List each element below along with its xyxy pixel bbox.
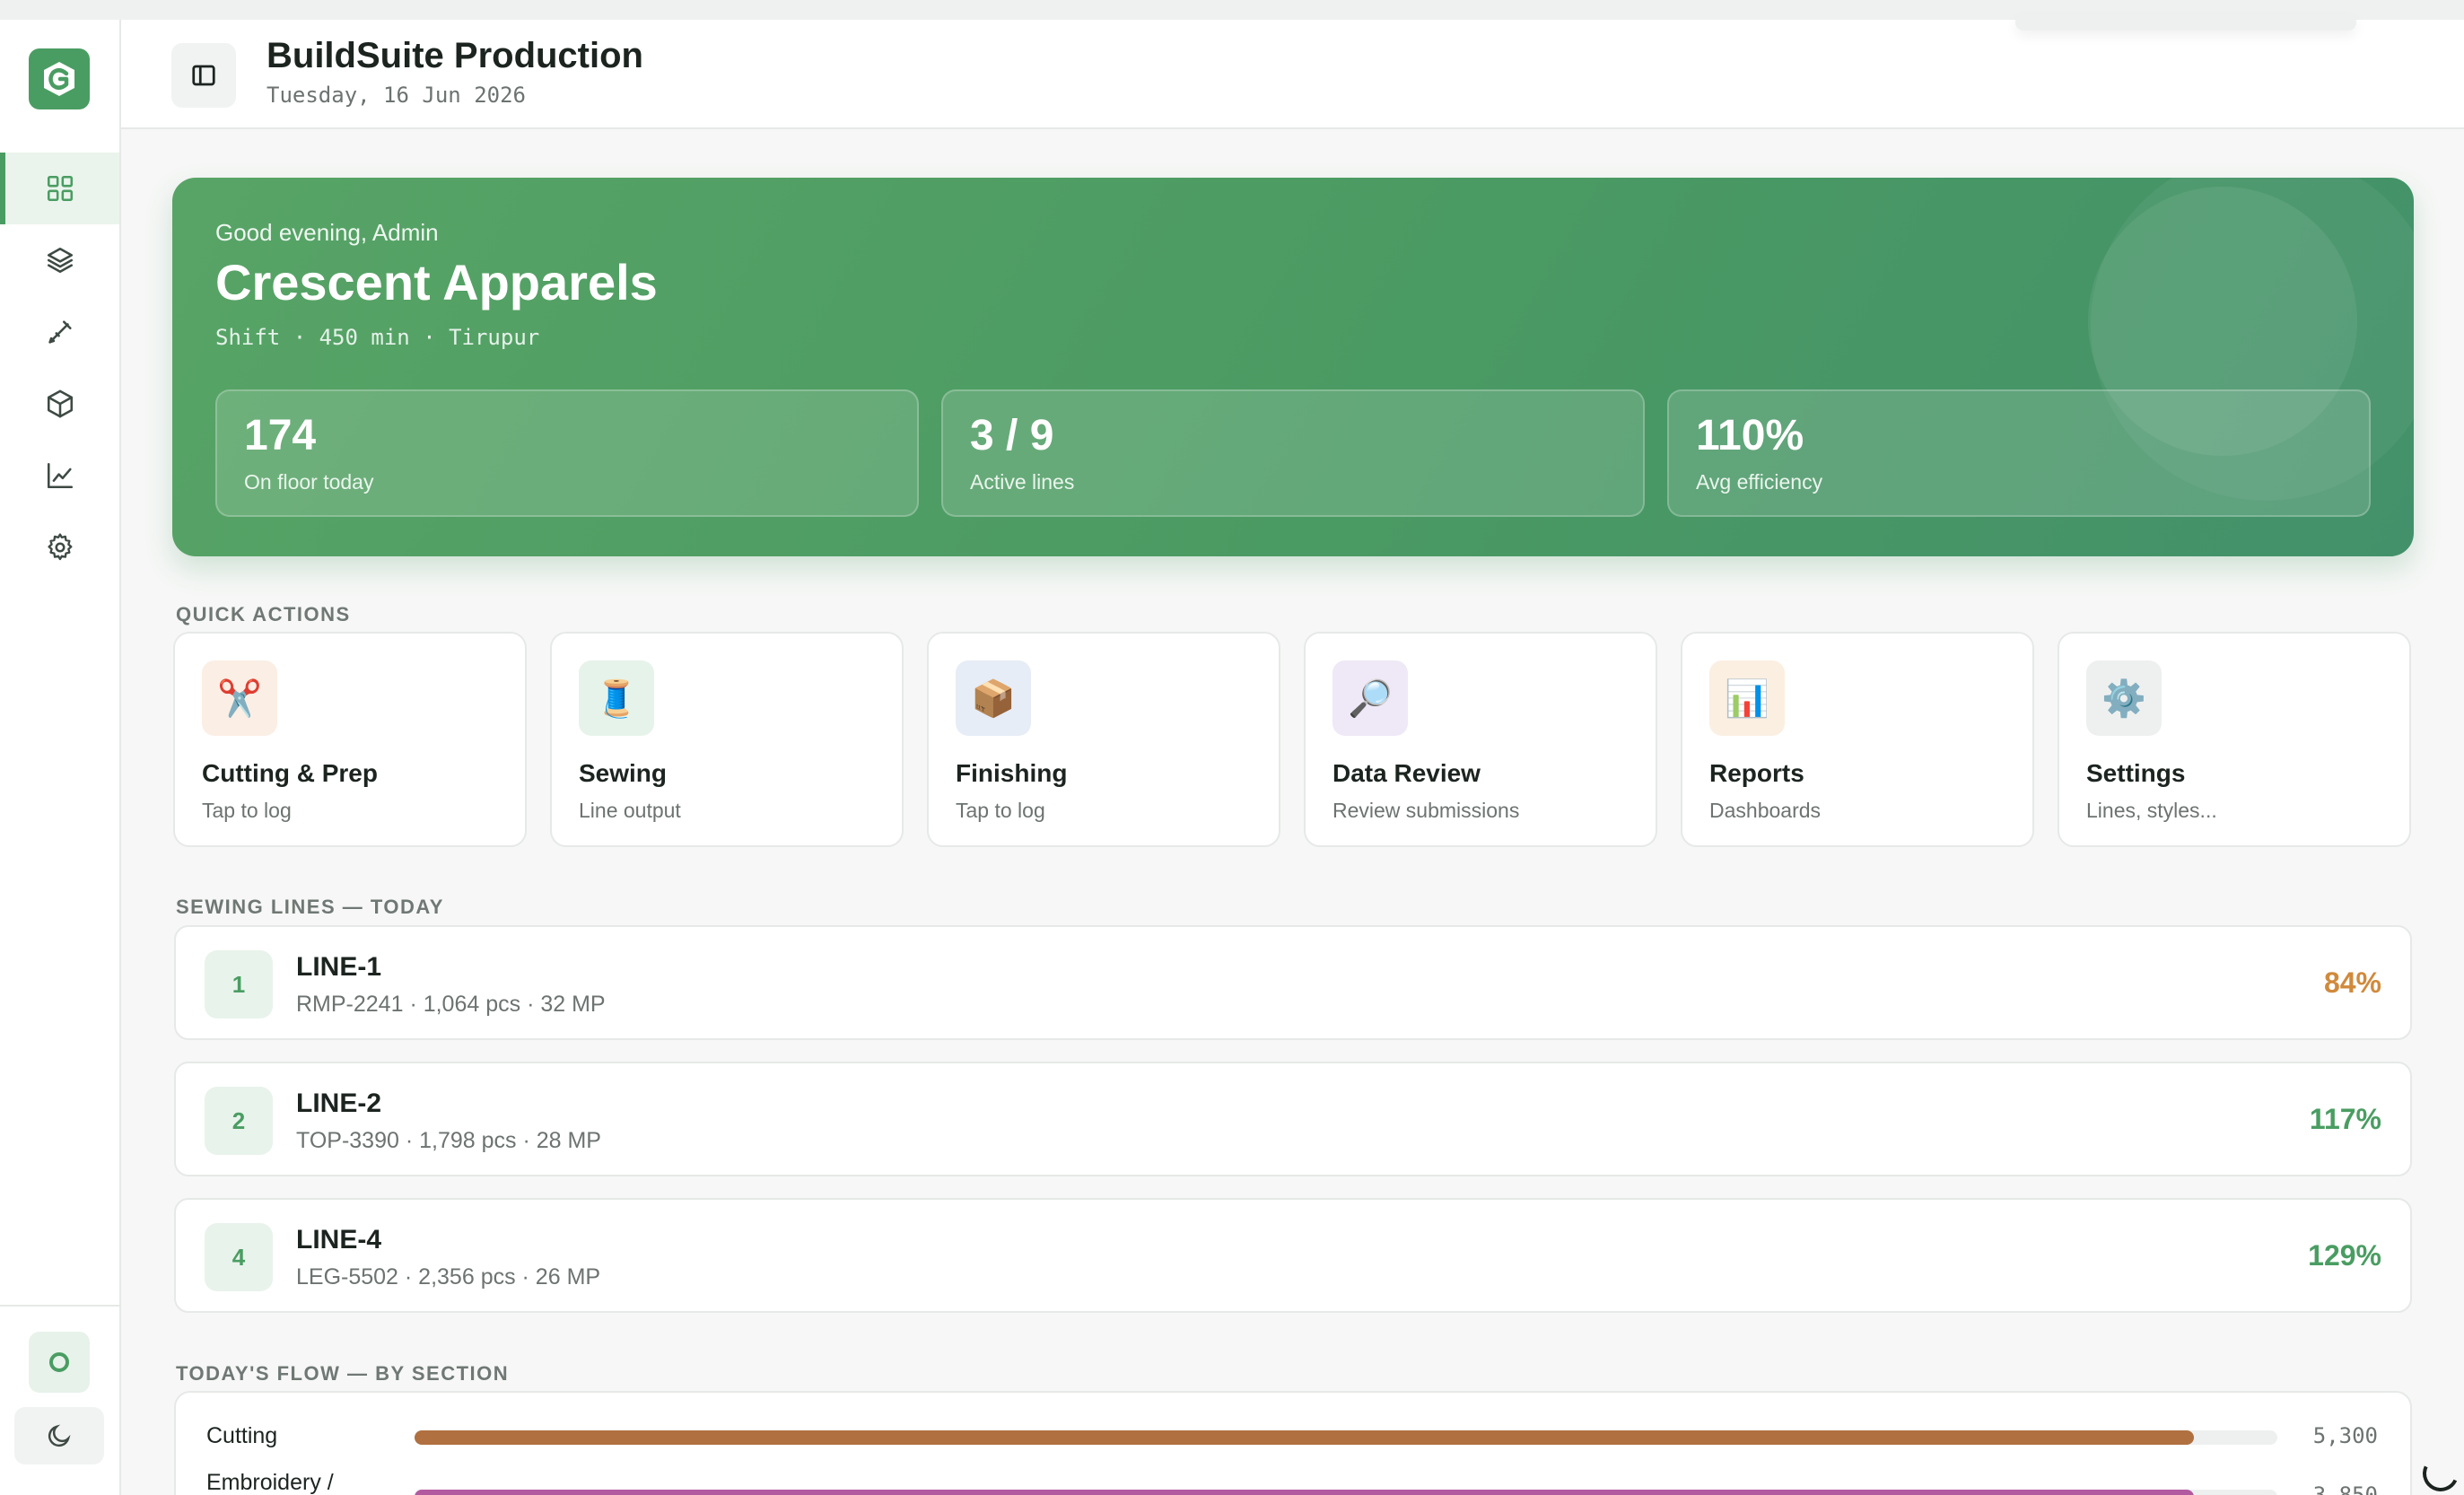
line-number-badge: 4 — [205, 1223, 273, 1291]
quick-action-title: Sewing — [579, 759, 668, 787]
stat-label: Active lines — [970, 470, 1075, 494]
flow-bar — [415, 1490, 2194, 1495]
sidebar — [0, 20, 121, 1495]
gear-icon — [47, 533, 72, 561]
line-name: LINE-2 — [296, 1088, 382, 1118]
line-efficiency: 129% — [2308, 1239, 2381, 1272]
quick-actions-heading: QUICK ACTIONS — [176, 603, 351, 625]
hero-greeting: Good evening, Admin — [215, 219, 439, 246]
theme-toggle-button[interactable] — [14, 1407, 104, 1464]
line-name: LINE-1 — [296, 952, 382, 982]
hero-shift-meta: Shift · 450 min · Tirupur — [215, 325, 540, 350]
box-icon — [47, 389, 73, 418]
sidebar-divider — [0, 1305, 119, 1307]
stat-value: 174 — [244, 412, 317, 459]
page-title: BuildSuite Production — [266, 36, 643, 75]
status-ring-icon — [49, 1352, 69, 1372]
gear-icon: ⚙️ — [2086, 660, 2162, 736]
flow-label: Embroidery / — [206, 1470, 334, 1495]
line-detail: LEG-5502 · 2,356 pcs · 26 MP — [296, 1264, 601, 1290]
quick-action-settings[interactable]: ⚙️ Settings Lines, styles... — [2058, 632, 2411, 847]
layers-icon — [47, 247, 73, 274]
line-efficiency: 84% — [2323, 966, 2381, 999]
flow-value: 5,300 — [2312, 1423, 2378, 1448]
quick-action-cutting[interactable]: ✂️ Cutting & Prep Tap to log — [173, 632, 527, 847]
sewing-line-row[interactable]: 1 LINE-1 RMP-2241 · 1,064 pcs · 32 MP 84… — [174, 925, 2412, 1040]
flow-bar — [415, 1430, 2194, 1445]
stat-active-lines: 3 / 9 Active lines — [941, 389, 1645, 517]
sidebar-item-sewing[interactable] — [0, 296, 119, 368]
hero-company-name: Crescent Apparels — [215, 254, 658, 310]
stat-avg-efficiency: 110% Avg efficiency — [1667, 389, 2371, 517]
quick-action-title: Data Review — [1332, 759, 1481, 787]
line-detail: RMP-2241 · 1,064 pcs · 32 MP — [296, 992, 606, 1017]
sidebar-item-layers[interactable] — [0, 224, 119, 296]
grid-icon — [47, 175, 73, 202]
package-icon: 📦 — [956, 660, 1031, 736]
line-name: LINE-4 — [296, 1225, 382, 1255]
quick-action-data-review[interactable]: 🔎 Data Review Review submissions — [1304, 632, 1657, 847]
bar-chart-icon: 📊 — [1709, 660, 1785, 736]
needle-icon — [48, 320, 72, 344]
quick-action-title: Finishing — [956, 759, 1068, 787]
sidebar-item-finishing[interactable] — [0, 368, 119, 440]
app-logo[interactable] — [29, 48, 90, 109]
quick-action-title: Settings — [2086, 759, 2186, 787]
stat-value: 110% — [1696, 412, 1804, 459]
sidebar-toggle-button[interactable] — [171, 43, 236, 108]
moon-icon — [48, 1424, 71, 1447]
quick-action-reports[interactable]: 📊 Reports Dashboards — [1681, 632, 2034, 847]
stat-label: On floor today — [244, 470, 374, 494]
quick-action-subtitle: Review submissions — [1332, 799, 1520, 822]
thread-spool-icon: 🧵 — [579, 660, 654, 736]
sidebar-item-settings[interactable] — [0, 511, 119, 583]
logo-icon — [44, 62, 74, 96]
header-overlay — [2015, 14, 2356, 31]
magnifier-icon: 🔎 — [1332, 660, 1408, 736]
chart-line-icon — [47, 462, 73, 489]
quick-action-finishing[interactable]: 📦 Finishing Tap to log — [927, 632, 1280, 847]
line-number-badge: 1 — [205, 950, 273, 1019]
sewing-line-row[interactable]: 4 LINE-4 LEG-5502 · 2,356 pcs · 26 MP 12… — [174, 1198, 2412, 1313]
stat-label: Avg efficiency — [1696, 470, 1823, 494]
quick-action-subtitle: Dashboards — [1709, 799, 1822, 822]
header: BuildSuite Production Tuesday, 16 Jun 20… — [121, 14, 2464, 129]
quick-action-sewing[interactable]: 🧵 Sewing Line output — [550, 632, 904, 847]
sidebar-panel-icon — [192, 65, 215, 86]
page-date: Tuesday, 16 Jun 2026 — [266, 83, 526, 108]
sewing-lines-heading: SEWING LINES — TODAY — [176, 896, 444, 918]
quick-action-title: Reports — [1709, 759, 1804, 787]
quick-action-subtitle: Line output — [579, 799, 681, 822]
sewing-line-row[interactable]: 2 LINE-2 TOP-3390 · 1,798 pcs · 28 MP 11… — [174, 1062, 2412, 1176]
flow-label: Cutting — [206, 1423, 278, 1448]
flow-heading: TODAY'S FLOW — BY SECTION — [176, 1362, 510, 1385]
stat-value: 3 / 9 — [970, 412, 1054, 459]
quick-action-title: Cutting & Prep — [202, 759, 378, 787]
quick-action-subtitle: Tap to log — [956, 799, 1045, 822]
flow-track — [415, 1430, 2277, 1445]
flow-value: 3,850 — [2312, 1482, 2378, 1495]
scissors-icon: ✂️ — [202, 660, 277, 736]
line-detail: TOP-3390 · 1,798 pcs · 28 MP — [296, 1128, 601, 1153]
quick-action-subtitle: Lines, styles... — [2086, 799, 2217, 822]
line-number-badge: 2 — [205, 1087, 273, 1155]
hero-banner: Good evening, Admin Crescent Apparels Sh… — [172, 178, 2414, 556]
sidebar-item-reports[interactable] — [0, 440, 119, 511]
flow-track — [415, 1490, 2277, 1495]
loading-spinner-icon — [2417, 1450, 2464, 1495]
status-button[interactable] — [29, 1332, 90, 1393]
sidebar-item-dashboard[interactable] — [0, 153, 119, 224]
stat-on-floor: 174 On floor today — [215, 389, 919, 517]
flow-card: Cutting 5,300 Embroidery / 3,850 — [174, 1391, 2412, 1495]
quick-action-subtitle: Tap to log — [202, 799, 292, 822]
line-efficiency: 117% — [2309, 1103, 2381, 1135]
